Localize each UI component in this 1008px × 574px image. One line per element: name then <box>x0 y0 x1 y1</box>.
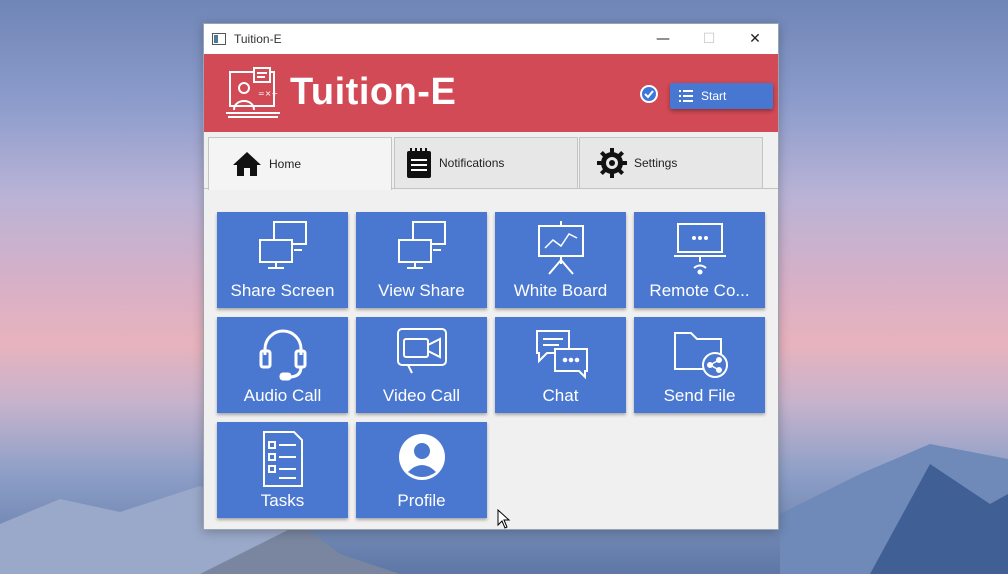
tile-share-screen[interactable]: Share Screen <box>217 212 348 308</box>
start-label: Start <box>701 89 727 103</box>
tab-settings-label: Settings <box>634 156 678 170</box>
brand-title: Tuition-E <box>290 71 457 113</box>
tile-label: Send File <box>663 386 736 405</box>
app-window: Tuition-E — ☐ ✕ =×÷ Tuition-E Start Home… <box>203 23 779 530</box>
tab-home-label: Home <box>269 157 302 171</box>
tile-label: Share Screen <box>230 281 335 300</box>
tile-video-call[interactable]: Video Call <box>356 317 487 413</box>
tile-send-file[interactable]: Send File <box>634 317 765 413</box>
gear-icon <box>597 148 627 178</box>
tile-label: Chat <box>542 386 579 405</box>
close-button[interactable]: ✕ <box>732 24 778 54</box>
home-icon <box>233 152 261 176</box>
tile-audio-call[interactable]: Audio Call <box>217 317 348 413</box>
tile-label: Remote Co... <box>649 281 750 300</box>
folder-share-icon <box>673 332 728 378</box>
tab-notifications-label: Notifications <box>439 156 505 170</box>
tile-white-board[interactable]: White Board <box>495 212 626 308</box>
app-icon <box>212 33 226 45</box>
tab-bar: Home Notifications Settings <box>208 137 764 190</box>
maximize-button[interactable]: ☐ <box>686 24 732 54</box>
minimize-button[interactable]: — <box>640 24 686 54</box>
app-header: =×÷ Tuition-E Start <box>204 54 778 132</box>
screens-icon <box>397 221 446 269</box>
teacher-logo-icon: =×÷ <box>226 67 280 118</box>
status-indicator-icon <box>640 85 658 103</box>
tile-tasks[interactable]: Tasks <box>217 422 348 518</box>
title-bar[interactable]: Tuition-E — ☐ ✕ <box>204 24 778 54</box>
mouse-cursor-icon <box>497 509 511 529</box>
remote-icon <box>673 223 726 275</box>
tile-label: Profile <box>397 491 446 510</box>
list-icon <box>679 90 693 102</box>
notepad-icon <box>407 148 431 178</box>
video-icon <box>396 328 447 374</box>
tile-chat[interactable]: Chat <box>495 317 626 413</box>
tile-remote-control[interactable]: Remote Co... <box>634 212 765 308</box>
tab-notifications[interactable]: Notifications <box>394 137 578 189</box>
tile-view-share[interactable]: View Share <box>356 212 487 308</box>
tile-label: Tasks <box>260 491 305 510</box>
whiteboard-icon <box>537 221 584 275</box>
tab-home[interactable]: Home <box>208 137 392 190</box>
chat-icon <box>535 330 588 380</box>
profile-icon <box>398 434 445 480</box>
window-title: Tuition-E <box>234 32 282 46</box>
checklist-icon <box>262 431 303 487</box>
headset-icon <box>259 329 306 381</box>
tile-label: Audio Call <box>243 386 322 405</box>
tile-label: White Board <box>513 281 608 300</box>
screens-icon <box>258 221 307 269</box>
tile-label: View Share <box>378 281 465 300</box>
tile-profile[interactable]: Profile <box>356 422 487 518</box>
svg-text:=×÷: =×÷ <box>258 89 278 98</box>
start-button[interactable]: Start <box>670 83 773 109</box>
tab-settings[interactable]: Settings <box>579 137 763 189</box>
tile-label: Video Call <box>382 386 461 405</box>
